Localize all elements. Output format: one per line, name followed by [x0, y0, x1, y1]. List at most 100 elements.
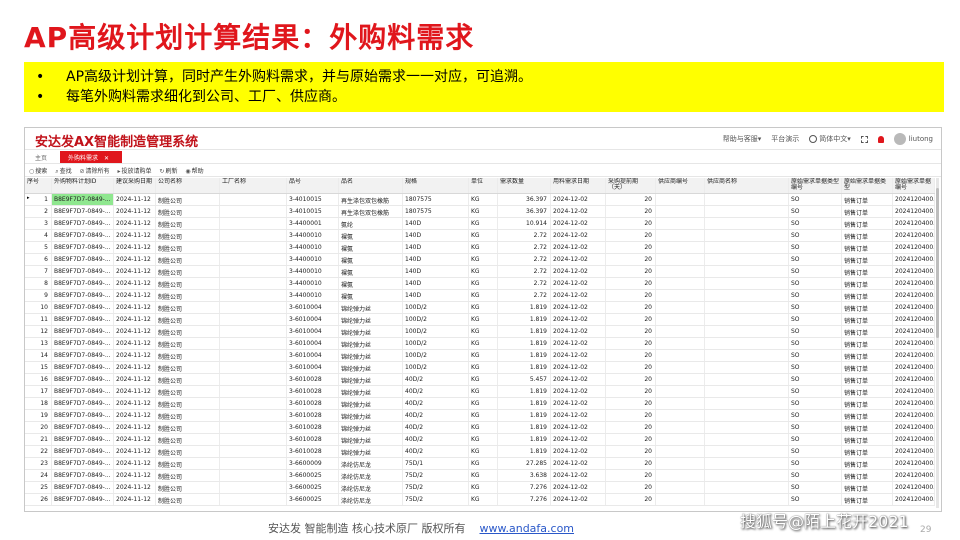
cell-qty[interactable]: 1.819 — [498, 302, 551, 313]
cell-factory[interactable] — [220, 302, 287, 313]
cell-item-no[interactable]: 3-6010028 — [287, 446, 339, 457]
cell-factory[interactable] — [220, 314, 287, 325]
cell-seq[interactable]: 4 — [25, 230, 52, 241]
cell-item-name[interactable]: 锦纶弹力丝 — [339, 398, 403, 409]
cell-qty[interactable]: 36.397 — [498, 206, 551, 217]
cell-src-type[interactable]: 销售订单 — [842, 494, 893, 505]
refresh-button[interactable]: ↻刷新 — [159, 166, 177, 175]
cell-src-type[interactable]: 销售订单 — [842, 374, 893, 385]
cell-need-date[interactable]: 2024-12-02 — [551, 386, 606, 397]
tab-purchase-demand[interactable]: 外购料需求 ✕ — [60, 151, 122, 163]
cell-supplier-no[interactable] — [656, 458, 705, 469]
cell-need-date[interactable]: 2024-12-02 — [551, 350, 606, 361]
cell-seq[interactable]: 16 — [25, 374, 52, 385]
cell-need-date[interactable]: 2024-12-02 — [551, 446, 606, 457]
cell-company[interactable]: 制胜公司 — [156, 470, 220, 481]
cell-plan-id[interactable]: B8E9F7D7-0849-... — [52, 410, 114, 421]
cell-item-name[interactable]: 锦纶弹力丝 — [339, 302, 403, 313]
cell-lead-days[interactable]: 20 — [606, 482, 656, 493]
cell-supplier-name[interactable] — [705, 230, 789, 241]
cell-supplier-name[interactable] — [705, 398, 789, 409]
cell-item-no[interactable]: 3-4400001 — [287, 218, 339, 229]
cell-src-no[interactable]: 2024120400... — [893, 398, 935, 409]
cell-company[interactable]: 制胜公司 — [156, 290, 220, 301]
cell-supplier-name[interactable] — [705, 218, 789, 229]
cell-company[interactable]: 制胜公司 — [156, 194, 220, 205]
cell-plan-id[interactable]: B8E9F7D7-0849-... — [52, 218, 114, 229]
cell-src-no[interactable]: 2024120400... — [893, 338, 935, 349]
cell-need-date[interactable]: 2024-12-02 — [551, 482, 606, 493]
cell-unit[interactable]: KG — [469, 458, 498, 469]
cell-company[interactable]: 制胜公司 — [156, 230, 220, 241]
cell-seq[interactable]: 5 — [25, 242, 52, 253]
cell-unit[interactable]: KG — [469, 374, 498, 385]
cell-company[interactable]: 制胜公司 — [156, 446, 220, 457]
cell-suggest-date[interactable]: 2024-11-12 — [114, 434, 156, 445]
cell-src-type-no[interactable]: SO — [789, 482, 842, 493]
cell-plan-id[interactable]: B8E9F7D7-0849-... — [52, 278, 114, 289]
cell-item-name[interactable]: 锦纶弹力丝 — [339, 314, 403, 325]
cell-spec[interactable]: 40D/2 — [403, 398, 469, 409]
cell-lead-days[interactable]: 20 — [606, 326, 656, 337]
cell-qty[interactable]: 1.819 — [498, 338, 551, 349]
table-row[interactable]: 6 B8E9F7D7-0849-... 2024-11-12 制胜公司 3-440001… — [25, 254, 935, 266]
cell-factory[interactable] — [220, 278, 287, 289]
cell-seq[interactable]: 3 — [25, 218, 52, 229]
cell-src-no[interactable]: 2024120400... — [893, 302, 935, 313]
cell-factory[interactable] — [220, 242, 287, 253]
cell-item-no[interactable]: 3-4400010 — [287, 290, 339, 301]
cell-item-name[interactable]: 涤纶仿尼龙 — [339, 482, 403, 493]
cell-item-no[interactable]: 3-4400010 — [287, 254, 339, 265]
cell-src-no[interactable]: 2024120400... — [893, 458, 935, 469]
cell-src-no[interactable]: 2024120400... — [893, 206, 935, 217]
cell-src-no[interactable]: 2024120400... — [893, 314, 935, 325]
cell-qty[interactable]: 5.457 — [498, 374, 551, 385]
cell-unit[interactable]: KG — [469, 266, 498, 277]
cell-item-no[interactable]: 3-6010004 — [287, 302, 339, 313]
fullscreen-button[interactable] — [860, 135, 868, 143]
cell-qty[interactable]: 3.638 — [498, 470, 551, 481]
cell-spec[interactable]: 40D/2 — [403, 434, 469, 445]
cell-company[interactable]: 制胜公司 — [156, 398, 220, 409]
cell-need-date[interactable]: 2024-12-02 — [551, 494, 606, 505]
cell-lead-days[interactable]: 20 — [606, 362, 656, 373]
cell-company[interactable]: 制胜公司 — [156, 494, 220, 505]
table-row[interactable]: 7 B8E9F7D7-0849-... 2024-11-12 制胜公司 3-440001… — [25, 266, 935, 278]
cell-factory[interactable] — [220, 458, 287, 469]
cell-src-type[interactable]: 销售订单 — [842, 338, 893, 349]
cell-need-date[interactable]: 2024-12-02 — [551, 254, 606, 265]
cell-supplier-no[interactable] — [656, 434, 705, 445]
cell-plan-id[interactable]: B8E9F7D7-0849-... — [52, 326, 114, 337]
cell-supplier-no[interactable] — [656, 386, 705, 397]
cell-item-no[interactable]: 3-4400010 — [287, 266, 339, 277]
cell-seq[interactable]: 6 — [25, 254, 52, 265]
cell-unit[interactable]: KG — [469, 362, 498, 373]
cell-supplier-name[interactable] — [705, 494, 789, 505]
cell-lead-days[interactable]: 20 — [606, 374, 656, 385]
cell-factory[interactable] — [220, 494, 287, 505]
cell-plan-id[interactable]: B8E9F7D7-0849-... — [52, 302, 114, 313]
cell-src-type[interactable]: 销售订单 — [842, 206, 893, 217]
cell-qty[interactable]: 1.819 — [498, 446, 551, 457]
cell-plan-id[interactable]: B8E9F7D7-0849-... — [52, 482, 114, 493]
cell-qty[interactable]: 7.276 — [498, 494, 551, 505]
cell-src-no[interactable]: 2024120400... — [893, 434, 935, 445]
column-header-unit[interactable]: 单位 — [469, 178, 498, 193]
column-header-item-no[interactable]: 品号 — [287, 178, 339, 193]
cell-need-date[interactable]: 2024-12-02 — [551, 266, 606, 277]
column-header-lead-days[interactable]: 采购提前期（天） — [606, 178, 656, 193]
cell-spec[interactable]: 140D — [403, 230, 469, 241]
cell-plan-id[interactable]: B8E9F7D7-0849-... — [52, 230, 114, 241]
cell-plan-id[interactable]: B8E9F7D7-0849-... — [52, 254, 114, 265]
cell-unit[interactable]: KG — [469, 230, 498, 241]
cell-plan-id[interactable]: B8E9F7D7-0849-... — [52, 422, 114, 433]
cell-suggest-date[interactable]: 2024-11-12 — [114, 242, 156, 253]
cell-spec[interactable]: 140D — [403, 242, 469, 253]
cell-item-no[interactable]: 3-6010028 — [287, 386, 339, 397]
cell-qty[interactable]: 1.819 — [498, 422, 551, 433]
table-row[interactable]: 13 B8E9F7D7-0849-... 2024-11-12 制胜公司 3-60100… — [25, 338, 935, 350]
cell-src-no[interactable]: 2024120400... — [893, 278, 935, 289]
cell-src-type-no[interactable]: SO — [789, 410, 842, 421]
cell-need-date[interactable]: 2024-12-02 — [551, 206, 606, 217]
cell-supplier-name[interactable] — [705, 338, 789, 349]
